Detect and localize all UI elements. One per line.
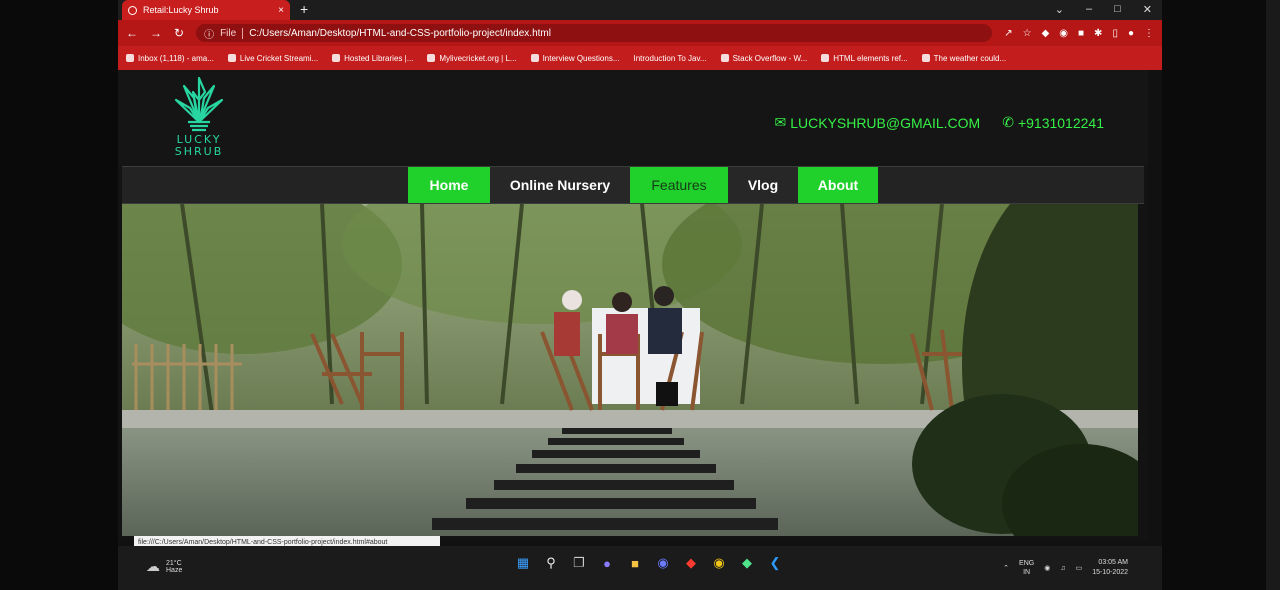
gmail-icon — [126, 54, 134, 62]
back-icon[interactable]: ← — [126, 26, 138, 40]
sidebar-icon[interactable]: ▯ — [1112, 28, 1118, 39]
volume-icon[interactable]: ♫ — [1060, 565, 1065, 572]
bookmark-item[interactable]: Hosted Libraries |... — [332, 54, 413, 63]
minimize-icon[interactable]: – — [1086, 3, 1092, 16]
discord-icon[interactable]: ◉ — [654, 554, 672, 572]
clock[interactable]: 03:05 AM 15-10-2022 — [1092, 558, 1128, 578]
nav-features[interactable]: Features — [630, 167, 728, 203]
address-text: C:/Users/Aman/Desktop/HTML-and-CSS-portf… — [249, 27, 551, 39]
reload-icon[interactable]: ↻ — [174, 26, 184, 40]
wifi-icon[interactable]: ◉ — [1044, 564, 1050, 572]
leaf-icon — [174, 76, 224, 132]
bookmark-favicon — [530, 54, 539, 62]
taskbar: ☁ 21°C Haze ▦ ⚲ ❐ ● ■ ◉ ◆ ◉ ◆ ❮ ⌃ ENG IN… — [118, 546, 1162, 590]
new-tab-button[interactable]: + — [300, 1, 308, 17]
hero-image — [122, 204, 1138, 536]
bookmark-item[interactable]: The weather could... — [921, 54, 1006, 63]
address-bar[interactable]: ⓘ File C:/Users/Aman/Desktop/HTML-and-CS… — [196, 24, 993, 42]
address-prefix: File — [220, 27, 237, 39]
extension-icon-1[interactable]: ◆ — [1042, 28, 1050, 39]
cloud-icon: ☁ — [146, 558, 160, 574]
web-page: LUCKY SHRUB ✉ LUCKYSHRUB@GMAIL.COM ✆ +91… — [118, 70, 1148, 540]
info-icon[interactable]: ⓘ — [204, 26, 214, 41]
chat-icon[interactable]: ● — [598, 554, 616, 572]
logo-text: LUCKY SHRUB — [174, 133, 224, 158]
envelope-icon: ✉ — [774, 114, 787, 130]
nav-about[interactable]: About — [798, 167, 878, 203]
profile-avatar[interactable]: ● — [1128, 28, 1134, 39]
site-header: LUCKY SHRUB ✉ LUCKYSHRUB@GMAIL.COM ✆ +91… — [118, 70, 1148, 166]
bookmark-item[interactable]: Mylivecricket.org | L... — [427, 54, 517, 63]
menu-icon[interactable]: ⋮ — [1144, 28, 1154, 39]
star-icon[interactable]: ☆ — [1023, 28, 1032, 39]
weather-widget[interactable]: ☁ 21°C Haze — [146, 558, 182, 575]
bookmark-item[interactable]: Stack Overflow - W... — [720, 54, 807, 63]
browser-toolbar: ← → ↻ ⓘ File C:/Users/Aman/Desktop/HTML-… — [118, 20, 1162, 46]
share-icon[interactable]: ↗ — [1004, 28, 1012, 39]
toolbar-actions: ↗ ☆ ◆ ◉ ■ ✱ ▯ ● ⋮ — [1004, 28, 1154, 39]
system-tray: ⌃ ENG IN ◉ ♫ ▭ 03:05 AM 15-10-2022 — [1003, 546, 1128, 590]
address-divider — [242, 27, 244, 39]
chevron-up-icon[interactable]: ⌃ — [1003, 564, 1009, 572]
extensions-icon[interactable]: ✱ — [1094, 28, 1102, 39]
chrome-icon[interactable]: ◉ — [710, 554, 728, 572]
contact-info: ✉ LUCKYSHRUB@GMAIL.COM ✆ +9131012241 — [774, 114, 1104, 131]
bookmark-item[interactable]: Live Cricket Streami... — [227, 54, 318, 63]
phone-link[interactable]: ✆ +9131012241 — [1002, 114, 1104, 131]
extension-icon-3[interactable]: ■ — [1078, 28, 1084, 39]
close-window-icon[interactable]: ✕ — [1143, 3, 1152, 16]
phone-icon: ✆ — [1002, 114, 1014, 130]
extension-icon-2[interactable]: ◉ — [1059, 28, 1068, 39]
vscode-icon[interactable]: ❮ — [766, 554, 784, 572]
site-navbar: Home Online Nursery Features Vlog About — [122, 166, 1144, 204]
bookmarks-bar: Inbox (1,118) - ama... Live Cricket Stre… — [118, 46, 1162, 70]
language-indicator[interactable]: ENG IN — [1019, 559, 1034, 577]
bookmark-item[interactable]: Inbox (1,118) - ama... — [126, 54, 214, 63]
tab-strip: Retail:Lucky Shrub × + ⌄ – □ ✕ — [118, 0, 1162, 20]
globe-icon — [128, 5, 137, 15]
close-tab-icon[interactable]: × — [278, 5, 284, 16]
bookmark-favicon — [332, 54, 341, 62]
task-view-icon[interactable]: ❐ — [570, 554, 588, 572]
hero-photo — [122, 204, 1138, 536]
taskbar-apps: ▦ ⚲ ❐ ● ■ ◉ ◆ ◉ ◆ ❮ — [514, 554, 784, 572]
tab-title: Retail:Lucky Shrub — [143, 5, 219, 15]
search-icon[interactable]: ⚲ — [542, 554, 560, 572]
windows-start-icon[interactable]: ▦ — [514, 554, 532, 572]
monitor-bezel-left — [0, 0, 118, 590]
bookmark-favicon — [720, 54, 729, 62]
bookmark-item[interactable]: HTML elements ref... — [821, 54, 908, 63]
bookmark-favicon — [227, 54, 236, 62]
browser-tab-active[interactable]: Retail:Lucky Shrub × — [122, 0, 290, 20]
battery-icon[interactable]: ▭ — [1076, 564, 1083, 572]
bookmark-favicon — [921, 54, 930, 62]
bookmark-favicon — [821, 54, 830, 62]
monitor-bezel-right — [1162, 0, 1280, 590]
chevron-down-icon[interactable]: ⌄ — [1055, 3, 1064, 16]
bookmark-item[interactable]: Introduction To Jav... — [634, 54, 707, 63]
app-icon[interactable]: ◆ — [738, 554, 756, 572]
screen: Retail:Lucky Shrub × + ⌄ – □ ✕ ← → ↻ ⓘ F… — [118, 0, 1162, 590]
maximize-icon[interactable]: □ — [1114, 3, 1121, 16]
email-link[interactable]: ✉ LUCKYSHRUB@GMAIL.COM — [774, 114, 980, 131]
file-explorer-icon[interactable]: ■ — [626, 554, 644, 572]
nav-home[interactable]: Home — [408, 167, 490, 203]
site-logo[interactable]: LUCKY SHRUB — [170, 70, 228, 166]
window-controls: ⌄ – □ ✕ — [1055, 3, 1152, 16]
nav-online-nursery[interactable]: Online Nursery — [490, 167, 630, 203]
forward-icon[interactable]: → — [150, 26, 162, 40]
git-icon[interactable]: ◆ — [682, 554, 700, 572]
bookmark-item[interactable]: Interview Questions... — [530, 54, 620, 63]
bookmark-favicon — [427, 54, 436, 62]
nav-vlog[interactable]: Vlog — [728, 167, 798, 203]
